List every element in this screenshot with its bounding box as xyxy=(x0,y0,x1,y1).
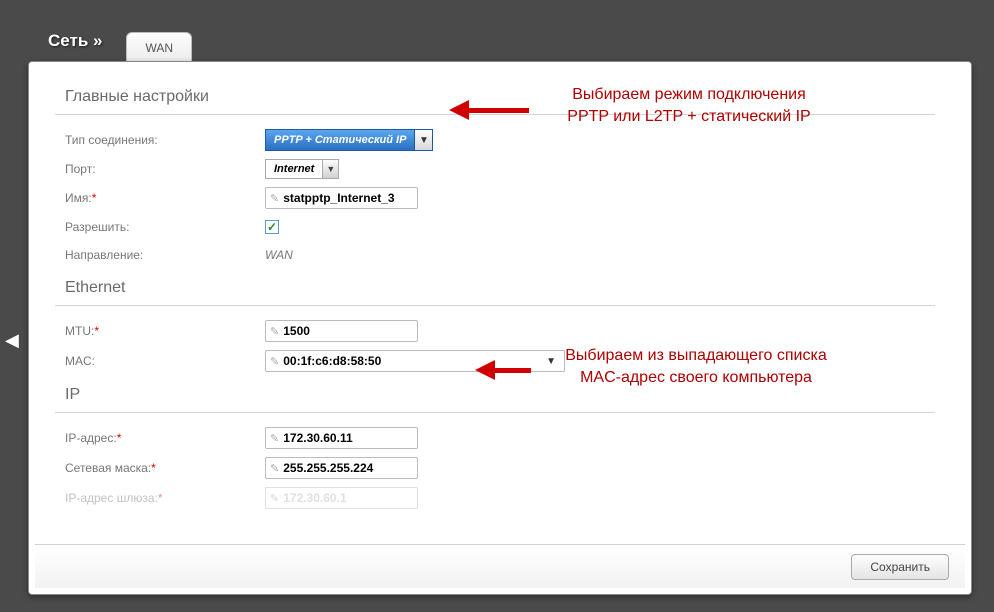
label-gateway: IP-адрес шлюза:* xyxy=(65,491,265,505)
input-ip-field[interactable] xyxy=(283,431,413,445)
label-connection-type: Тип соединения: xyxy=(65,133,265,147)
label-ip-address: IP-адрес:* xyxy=(65,431,265,445)
tab-bar: Сеть » WAN xyxy=(28,15,972,61)
input-name-field[interactable] xyxy=(283,191,413,205)
chevron-down-icon: ▼ xyxy=(414,130,432,150)
chevron-down-icon: ▼ xyxy=(542,356,560,367)
label-mac: MAC: xyxy=(65,354,265,368)
tab-wan[interactable]: WAN xyxy=(126,32,192,62)
input-mtu[interactable]: ✎ xyxy=(265,320,418,342)
input-ip-address[interactable]: ✎ xyxy=(265,427,418,449)
input-gateway-field[interactable] xyxy=(283,491,413,505)
section-main-settings: Главные настройки xyxy=(55,78,935,115)
label-netmask: Сетевая маска:* xyxy=(65,461,265,475)
select-port[interactable]: Internet ▼ xyxy=(265,159,339,179)
pencil-icon: ✎ xyxy=(270,432,279,445)
pencil-icon: ✎ xyxy=(270,325,279,338)
select-connection-type-value: PPTP + Статический IP xyxy=(266,134,414,146)
save-button[interactable]: Сохранить xyxy=(851,554,949,580)
content-panel: Главные настройки Тип соединения: PPTP +… xyxy=(28,61,972,595)
footer-bar: Сохранить xyxy=(35,544,965,588)
checkbox-allow[interactable]: ✓ xyxy=(265,220,279,234)
select-connection-type[interactable]: PPTP + Статический IP ▼ xyxy=(265,129,433,151)
input-netmask-field[interactable] xyxy=(283,461,413,475)
pencil-icon: ✎ xyxy=(270,192,279,205)
select-mac[interactable]: ✎ ▼ xyxy=(265,350,565,372)
input-mac-field[interactable] xyxy=(283,354,523,368)
label-port: Порт: xyxy=(65,162,265,176)
breadcrumb: Сеть » xyxy=(48,31,102,51)
value-direction: WAN xyxy=(265,248,293,262)
label-mtu: MTU:* xyxy=(65,324,265,338)
pencil-icon: ✎ xyxy=(270,355,279,368)
input-name[interactable]: ✎ xyxy=(265,187,418,209)
input-gateway[interactable]: ✎ xyxy=(265,487,418,509)
input-mtu-field[interactable] xyxy=(283,324,413,338)
section-ip: IP xyxy=(55,376,935,413)
pencil-icon: ✎ xyxy=(270,492,279,505)
label-name: Имя:* xyxy=(65,191,265,205)
select-port-value: Internet xyxy=(266,163,322,175)
pencil-icon: ✎ xyxy=(270,462,279,475)
label-direction: Направление: xyxy=(65,248,265,262)
input-netmask[interactable]: ✎ xyxy=(265,457,418,479)
sidebar-expand-arrow[interactable]: ◀ xyxy=(5,330,19,351)
section-ethernet: Ethernet xyxy=(55,269,935,306)
scroll-area[interactable]: Главные настройки Тип соединения: PPTP +… xyxy=(35,68,955,538)
chevron-down-icon: ▼ xyxy=(322,160,338,178)
label-allow: Разрешить: xyxy=(65,220,265,234)
